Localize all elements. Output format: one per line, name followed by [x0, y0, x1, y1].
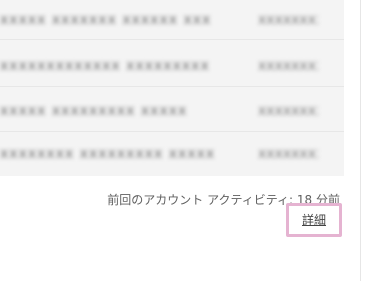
email-snippet: xxxxx xxxxxxxxx xxxxx: [0, 103, 188, 119]
email-date: xxxxxxxx: [258, 58, 318, 74]
email-snippet: xxxxxxxx xxxxxxxxx xxxxx: [0, 146, 214, 162]
email-date: xxxxxxxx: [258, 12, 318, 28]
email-snippet: xxxxxxxxxxxxx xxxxxxxxx: [0, 58, 210, 74]
email-row[interactable]: xxxxxxxx xxxxxxxxx xxxxx xxxxxxxx: [0, 132, 344, 176]
email-snippet: xxxxx xxxxxxx xxxxxx xxx: [0, 12, 210, 28]
email-row[interactable]: xxxxx xxxxxxxxx xxxxx xxxxxxxx: [0, 87, 344, 132]
email-row[interactable]: xxxxx xxxxxxx xxxxxx xxx xxxxxxxx: [0, 0, 344, 40]
details-link[interactable]: 詳細: [302, 211, 326, 228]
gmail-page: xxxxx xxxxxxx xxxxxx xxx xxxxxxxx xxxxxx…: [0, 0, 367, 281]
email-list: xxxxx xxxxxxx xxxxxx xxx xxxxxxxx xxxxxx…: [0, 0, 344, 176]
email-row[interactable]: xxxxxxxxxxxxx xxxxxxxxx xxxxxxxx: [0, 40, 344, 87]
email-date: xxxxxxxx: [258, 146, 318, 162]
scrollbar[interactable]: [360, 0, 367, 281]
email-date: xxxxxxxx: [258, 103, 318, 119]
